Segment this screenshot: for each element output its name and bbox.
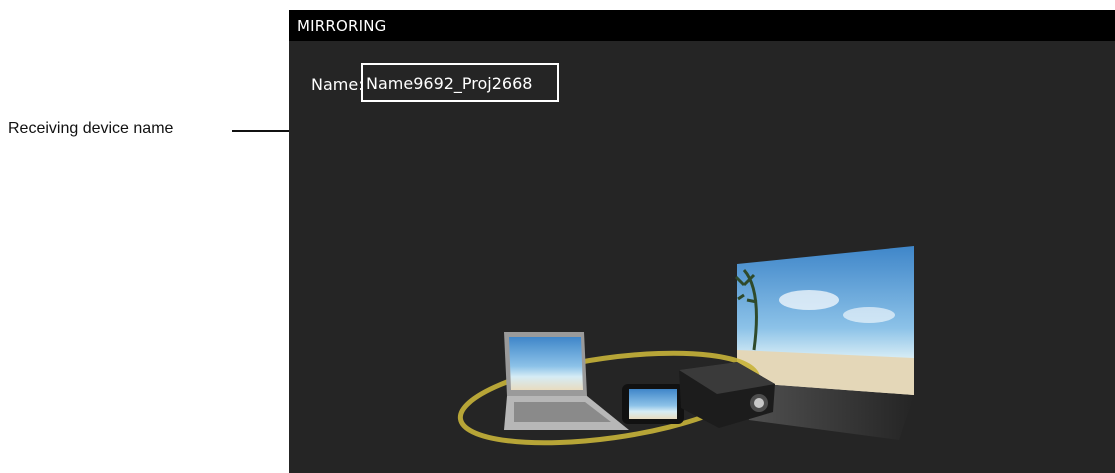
mirroring-screen: MIRRORING Name: Name9692_Proj2668 [289, 10, 1115, 473]
laptop-icon [504, 332, 629, 430]
callout-label: Receiving device name [8, 120, 174, 137]
smartphone-icon [622, 384, 684, 424]
mirroring-illustration [457, 246, 914, 446]
